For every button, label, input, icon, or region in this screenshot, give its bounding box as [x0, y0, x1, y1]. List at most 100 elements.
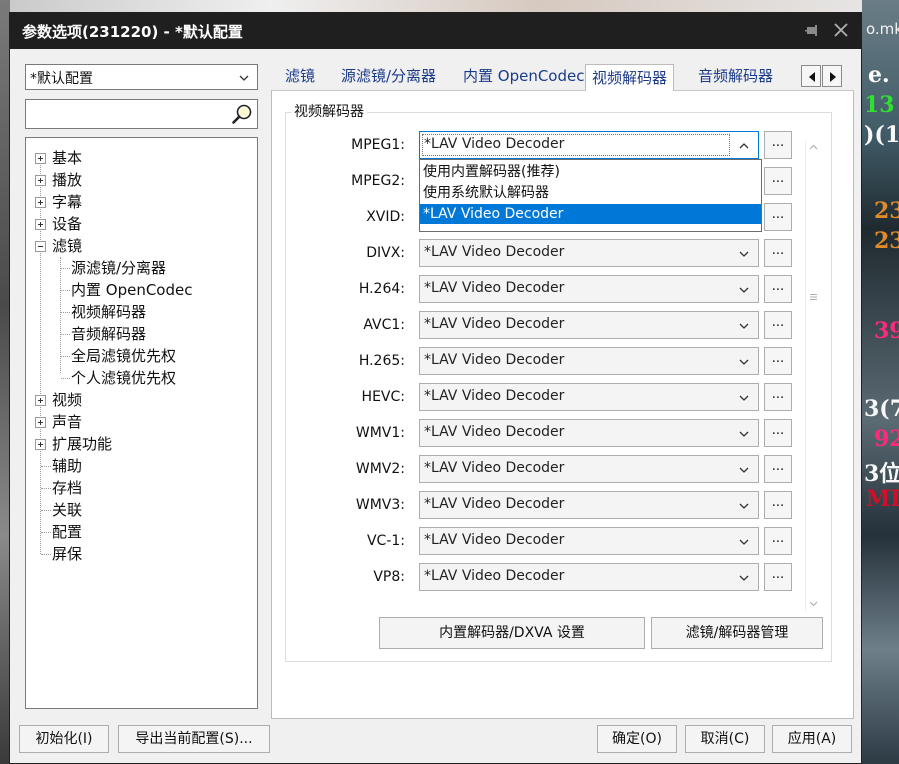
tab-scroll-right-button[interactable] [822, 65, 842, 87]
export-config-button[interactable]: 导出当前配置(S)... [118, 725, 270, 753]
tree-subitem[interactable]: 个人滤镜优先权 [71, 367, 176, 389]
tree-item[interactable]: 关联 [52, 499, 82, 521]
tree-branch-line [41, 488, 51, 489]
background-fragment: 39 [874, 318, 899, 344]
scroll-down-icon[interactable] [809, 599, 818, 608]
decoder-select[interactable]: *LAV Video Decoder [419, 455, 759, 483]
tree-subitem[interactable]: 音频解码器 [71, 323, 146, 345]
filter-decoder-manager-button[interactable]: 滤镜/解码器管理 [651, 617, 823, 649]
decoder-options-button[interactable]: ... [764, 167, 792, 195]
tree-branch-line [61, 356, 70, 357]
decoder-label: AVC1: [363, 317, 405, 333]
tree-subitem[interactable]: 全局滤镜优先权 [71, 345, 176, 367]
background-fragment: 92 [874, 426, 899, 452]
decoder-select[interactable]: *LAV Video Decoder [419, 131, 759, 159]
tree-item[interactable]: 屏保 [52, 543, 82, 565]
expand-icon[interactable] [35, 219, 46, 230]
tree-subitem[interactable]: 内置 OpenCodec [71, 279, 192, 301]
tree-item[interactable]: 配置 [52, 521, 82, 543]
tree-item[interactable]: 设备 [52, 213, 82, 235]
tab-scroll-left-button[interactable] [801, 65, 821, 87]
tree-branch-line [61, 268, 70, 269]
decoder-select[interactable]: *LAV Video Decoder [419, 311, 759, 339]
title-bar[interactable]: 参数选项(231220) - *默认配置 [10, 13, 861, 49]
pin-icon[interactable] [805, 23, 821, 39]
tab-0[interactable]: 滤镜 [285, 63, 315, 91]
collapse-icon[interactable] [35, 241, 46, 252]
expand-icon[interactable] [35, 417, 46, 428]
tree-item[interactable]: 字幕 [52, 191, 82, 213]
decoder-options-button[interactable]: ... [764, 275, 792, 303]
decoder-label: VC-1: [366, 533, 405, 549]
decoder-select[interactable]: *LAV Video Decoder [419, 347, 759, 375]
chevron-down-icon [739, 467, 749, 473]
tree-item[interactable]: 滤镜 [52, 235, 82, 257]
ok-button[interactable]: 确定(O) [597, 725, 677, 753]
decoder-select-value: *LAV Video Decoder [424, 388, 565, 404]
decoder-label: DIVX: [366, 245, 405, 261]
tree-item[interactable]: 声音 [52, 411, 82, 433]
dropdown-option[interactable]: 使用系统默认解码器 [420, 183, 761, 203]
preferences-window: 参数选项(231220) - *默认配置 *默认配置 基本 播放 字幕 设备 滤镜 源滤镜… [9, 12, 862, 764]
tree-item[interactable]: 播放 [52, 169, 82, 191]
scroll-up-icon[interactable] [809, 143, 818, 152]
tree-item[interactable]: 基本 [52, 147, 82, 169]
tab-3[interactable]: 视频解码器 [585, 64, 675, 92]
tree-item[interactable]: 存档 [52, 477, 82, 499]
tree-branch-line [41, 554, 51, 555]
tab-1[interactable]: 源滤镜/分离器 [341, 63, 436, 91]
expand-icon[interactable] [35, 439, 46, 450]
decoder-options-button[interactable]: ... [764, 419, 792, 447]
chevron-down-icon [739, 323, 749, 329]
tree-subitem[interactable]: 视频解码器 [71, 301, 146, 323]
decoder-options-button[interactable]: ... [764, 527, 792, 555]
tree-branch-line [61, 290, 70, 291]
dropdown-option[interactable]: *LAV Video Decoder [420, 204, 761, 224]
panel-scrollbar[interactable] [805, 141, 820, 611]
search-icon[interactable] [231, 103, 253, 125]
decoder-options-button[interactable]: ... [764, 239, 792, 267]
decoder-options-button[interactable]: ... [764, 131, 792, 159]
expand-icon[interactable] [35, 175, 46, 186]
decoder-select-value: *LAV Video Decoder [424, 352, 565, 368]
decoder-select[interactable]: *LAV Video Decoder [419, 419, 759, 447]
tree-item[interactable]: 辅助 [52, 455, 82, 477]
decoder-options-button[interactable]: ... [764, 311, 792, 339]
apply-button[interactable]: 应用(A) [772, 725, 852, 753]
decoder-select[interactable]: *LAV Video Decoder [419, 527, 759, 555]
initialize-button[interactable]: 初始化(I) [19, 725, 109, 753]
dropdown-option[interactable]: 使用内置解码器(推荐) [420, 162, 761, 182]
profile-select[interactable]: *默认配置 [25, 64, 258, 90]
mpeg1-dropdown-list[interactable]: 使用内置解码器(推荐) 使用系统默认解码器 *LAV Video Decoder [419, 159, 762, 232]
expand-icon[interactable] [35, 153, 46, 164]
decoder-select-value: *LAV Video Decoder [424, 424, 565, 440]
background-fragment: 23 [874, 228, 899, 254]
tree-item[interactable]: 扩展功能 [52, 433, 112, 455]
decoder-select[interactable]: *LAV Video Decoder [419, 383, 759, 411]
cancel-button[interactable]: 取消(C) [685, 725, 765, 753]
decoder-select[interactable]: *LAV Video Decoder [419, 491, 759, 519]
tree-subitem[interactable]: 源滤镜/分离器 [71, 257, 166, 279]
decoder-options-button[interactable]: ... [764, 491, 792, 519]
decoder-options-button[interactable]: ... [764, 563, 792, 591]
close-icon[interactable] [832, 21, 850, 39]
scroll-grip-icon[interactable] [809, 293, 818, 301]
decoder-options-button[interactable]: ... [764, 347, 792, 375]
settings-tree[interactable]: 基本 播放 字幕 设备 滤镜 源滤镜/分离器 内置 OpenCodec 视频解码器 音频解码器全… [25, 137, 258, 709]
window-title: 参数选项(231220) - *默认配置 [22, 23, 243, 41]
decoder-options-button[interactable]: ... [764, 383, 792, 411]
decoder-select-value: *LAV Video Decoder [424, 532, 565, 548]
expand-icon[interactable] [35, 395, 46, 406]
tab-4[interactable]: 音频解码器 [698, 63, 773, 91]
decoder-options-button[interactable]: ... [764, 455, 792, 483]
dxva-settings-button[interactable]: 内置解码器/DXVA 设置 [379, 617, 645, 649]
decoder-select[interactable]: *LAV Video Decoder [419, 563, 759, 591]
decoder-options-button[interactable]: ... [764, 203, 792, 231]
search-input[interactable] [25, 99, 258, 129]
tree-item[interactable]: 视频 [52, 389, 82, 411]
arrow-right-icon [830, 72, 836, 82]
decoder-select[interactable]: *LAV Video Decoder [419, 239, 759, 267]
expand-icon[interactable] [35, 197, 46, 208]
decoder-select[interactable]: *LAV Video Decoder [419, 275, 759, 303]
tab-2[interactable]: 内置 OpenCodec [463, 63, 584, 91]
